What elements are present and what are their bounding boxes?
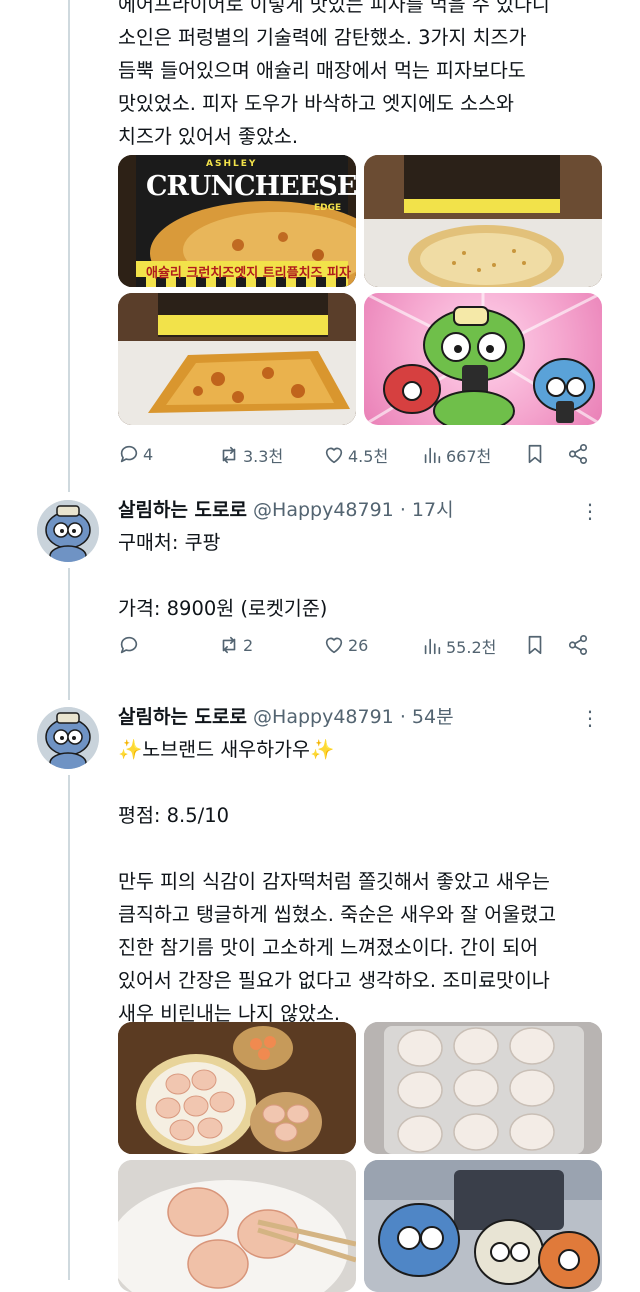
like-count: 4.5천 [348,447,389,466]
thread-connector-top [68,0,70,492]
display-name[interactable]: 살림하는 도로로 [118,706,247,728]
like-button[interactable]: 4.5천 [323,443,388,467]
tweet3-line [118,766,608,799]
tweet1-line: 소인은 퍼렁별의 기술력에 감탄했소. 3가지 치즈가 [118,26,527,49]
tweet1-line: 맛있었소. 피자 도우가 바삭하고 엣지에도 소스와 [118,92,514,115]
box-edge-text: EDGE [314,203,342,213]
tweet2-header: 살림하는 도로로 @Happy48791 · 17시 [118,497,608,523]
more-options-icon[interactable]: ⋮ [580,498,600,524]
plated-dumplings-photo[interactable] [118,1022,356,1154]
reply-count [143,636,148,655]
heart-icon [325,637,343,654]
tweet1-line: 치즈가 있어서 좋았소. [118,125,299,148]
bookmark-button[interactable] [524,443,546,465]
tweet2-line [118,559,608,592]
cooked-pizza-photo[interactable] [118,293,356,425]
share-icon [568,444,588,464]
tweet2-text: 구매처: 쿠팡 가격: 8900원 (로켓기준) [118,526,608,625]
like-count: 26 [348,635,369,655]
avatar[interactable] [37,500,99,562]
anime-scene-photo[interactable] [364,1160,602,1292]
tweet1-media-grid: ASHLEY CRUNCHEESE EDGE 애슐리 크런치즈엣지 트리플치즈 … [118,155,602,425]
tweet3-line: 진한 참기름 맛이 고소하게 느껴졌소이다. 간이 되어 [118,936,539,959]
tweet2-line: 가격: 8900원 (로켓기준) [118,597,328,620]
tweet3-text: ✨노브랜드 새우하가우✨ 평점: 8.5/10 만두 피의 식감이 감자떡처럼 … [118,733,608,1030]
tweet1-line: 에어프라이어로 이렇게 맛있는 피자를 먹을 수 있다니 [118,0,550,16]
tweet3-line: 있어서 간장은 필요가 없다고 생각하오. 조미료맛이나 [118,969,550,992]
tweet3-line: 만두 피의 식감이 감자떡처럼 쫄깃해서 좋았고 새우는 [118,870,550,893]
tweet3-line [118,832,608,865]
box-korean-label: 애슐리 크런치즈엣지 트리플치즈 피자 [146,266,351,281]
bookmark-button[interactable] [524,634,546,656]
tweet3-header: 살림하는 도로로 @Happy48791 · 54분 [118,704,608,730]
timestamp[interactable]: · 54분 [400,706,454,728]
tweet3-line: 평점: 8.5/10 [118,804,230,827]
pizza-box-photo[interactable]: ASHLEY CRUNCHEESE EDGE 애슐리 크런치즈엣지 트리플치즈 … [118,155,356,287]
reply-icon [120,636,138,654]
box-title-text: CRUNCHEESE [146,171,356,202]
tweet1-line: 듬뿍 들어있으며 애슐리 매장에서 먹는 피자보다도 [118,59,526,82]
tweet3-line: ✨노브랜드 새우하가우✨ [118,738,335,761]
thread-connector-middle [68,568,70,700]
views-count: 55.2천 [446,638,497,657]
share-icon [568,635,588,655]
views-button[interactable]: 55.2천 [421,634,496,658]
reply-count: 4 [143,444,154,464]
retweet-icon [222,446,236,464]
anime-characters-photo[interactable] [364,293,602,425]
dumpling-tray-photo[interactable] [364,1022,602,1154]
retweet-count: 2 [243,635,254,655]
retweet-button[interactable]: 3.3천 [218,443,283,467]
retweet-button[interactable]: 2 [218,634,253,656]
tweet3-line: 큼직하고 탱글하게 씹혔소. 죽순은 새우와 잘 어울렸고 [118,903,557,926]
views-bar-chart-icon [424,447,441,464]
views-button[interactable]: 667천 [421,443,491,467]
user-handle[interactable]: @Happy48791 [253,706,394,728]
tweet1-action-bar: 4 3.3천 4.5천 667천 [118,443,592,469]
bookmark-icon [528,635,542,655]
user-handle[interactable]: @Happy48791 [253,499,394,521]
reply-icon [120,445,138,463]
views-count: 667천 [446,447,492,466]
share-button[interactable] [567,443,589,465]
avatar[interactable] [37,707,99,769]
retweet-icon [222,636,236,654]
bookmark-icon [528,444,542,464]
timestamp[interactable]: · 17시 [400,499,454,521]
retweet-count: 3.3천 [243,447,284,466]
display-name[interactable]: 살림하는 도로로 [118,499,247,521]
dumpling-chopsticks-photo[interactable] [118,1160,356,1292]
tweet2-action-bar: 2 26 55.2천 [118,634,592,660]
heart-icon [325,447,343,464]
tweet3-media-grid [118,1022,602,1292]
reply-button[interactable] [118,634,148,656]
thread-connector-bottom [68,775,70,1280]
views-bar-chart-icon [424,638,441,655]
tweet1-text: 에어프라이어로 이렇게 맛있는 피자를 먹을 수 있다니 소인은 퍼렁별의 기술… [118,0,608,153]
more-options-icon[interactable]: ⋮ [580,705,600,731]
share-button[interactable] [567,634,589,656]
tweet2-line: 구매처: 쿠팡 [118,531,221,554]
reply-button[interactable]: 4 [118,443,153,465]
pizza-on-table-photo[interactable] [364,155,602,287]
like-button[interactable]: 26 [323,634,368,656]
box-brand-text: ASHLEY [206,159,258,169]
